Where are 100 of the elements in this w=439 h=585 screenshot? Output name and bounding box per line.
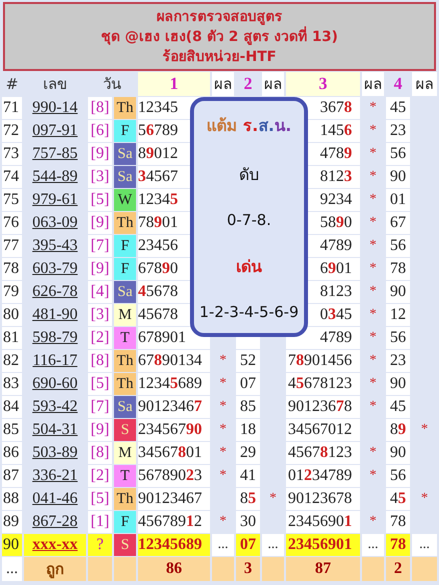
day-label: Th [114,350,136,372]
day-label: F [114,511,136,533]
result-cell: 78901 [138,214,178,231]
row-number: 71 [2,97,22,119]
result-cell: 90 [390,168,406,185]
digit-label: [8] [88,97,112,119]
title-text: ร้อยสิบหน่วย-HTF [162,48,278,67]
number-link[interactable]: 690-60 [32,375,78,392]
number-link[interactable]: 481-90 [32,306,78,323]
day-label: Sa [114,281,136,303]
result-cell: 56 [390,237,406,254]
result-cell: 90123678 [288,398,352,415]
result-cell: 56 [390,329,406,346]
number-link[interactable]: 757-85 [32,145,78,162]
row-number: 73 [2,143,22,165]
match-mark: * [370,353,376,368]
number-link[interactable]: 626-78 [32,283,78,300]
result-cell: 78901456 [288,352,352,369]
result-cell: 56 [390,145,406,162]
row-number: 72 [2,120,22,142]
digit-label: [9] [88,258,112,280]
column-header: ผล [362,72,384,96]
result-cell: 90123467 [138,490,202,507]
number-link[interactable]: 336-21 [32,467,78,484]
number-link[interactable]: 598-79 [32,329,78,346]
digit-label: [2] [88,327,112,349]
result-cell: 45 [390,99,406,116]
match-mark: ... [268,537,278,552]
match-mark: * [421,491,428,506]
result-cell: 07 [240,375,256,392]
day-label: Th [114,373,136,395]
result-cell: 678901 [138,329,186,346]
match-mark: ... [218,537,228,552]
note-text: 0-7-8. [226,211,272,230]
match-mark: * [370,146,376,161]
result-cell: 4789 [320,145,352,162]
result-cell: 67890 [138,260,178,277]
number-link[interactable]: 990-14 [32,99,78,116]
digit-label: [1] [88,511,112,533]
total-count: 2 [386,557,410,581]
number-link[interactable]: 979-61 [32,191,78,208]
row-number: 83 [2,373,22,395]
number-link[interactable]: 593-42 [32,398,78,415]
number-link[interactable]: 395-43 [32,237,78,254]
match-mark: * [270,491,276,506]
match-mark: * [370,445,376,460]
result-cell: 78 [390,536,406,553]
result-cell: 45 [390,398,406,415]
number-link[interactable]: 603-79 [32,260,78,277]
note-heading-text: น. [274,116,292,136]
result-cell: 0345 [320,306,352,323]
result-cell: 5890 [320,214,352,231]
digit-label: [4] [88,281,112,303]
result-cell: 78 [390,260,406,277]
number-link[interactable]: 063-09 [32,214,78,231]
digit-label: [5] [88,488,112,510]
day-label: S [114,419,136,441]
row-number: 87 [2,465,22,487]
result-cell: 12345689 [138,536,202,553]
match-mark: * [370,100,376,115]
result-cell: 90 [390,375,406,392]
column-header: # [4,74,20,95]
result-cell: 45 [390,490,406,507]
day-label: Th [114,212,136,234]
match-mark: * [370,330,376,345]
result-cell: 90 [390,444,406,461]
digit-label: [9] [88,419,112,441]
result-cell: 34567012 [288,421,352,438]
number-link[interactable]: 544-89 [32,168,78,185]
number-link[interactable]: 041-46 [32,490,78,507]
result-cell: 89012 [138,145,178,162]
result-cell: 89 [390,421,406,438]
match-mark: * [370,192,376,207]
number-link[interactable]: 867-28 [32,513,78,530]
result-cell: 56789023 [138,467,202,484]
row-number: 89 [2,511,22,533]
number-link[interactable]: 116-17 [32,352,78,369]
row-number: 80 [2,304,22,326]
day-label: Sa [114,396,136,418]
match-mark: * [220,399,226,414]
number-link[interactable]: 097-91 [32,122,78,139]
note-heading-text: ส. [258,116,274,136]
result-cell: 4789 [320,237,352,254]
day-label: F [114,235,136,257]
row-number: 74 [2,166,22,188]
result-cell: 85 [240,398,256,415]
result-cell: 6901 [320,260,352,277]
result-cell: 67 [390,214,406,231]
row-number: 78 [2,258,22,280]
match-mark: * [421,422,428,437]
number-link[interactable]: 503-89 [32,444,78,461]
result-cell: 23456901 [288,536,352,553]
column-header: 2 [242,73,254,95]
day-label: F [114,120,136,142]
match-mark: * [370,514,376,529]
column-header: 3 [286,72,360,96]
column-header: เลข [42,74,68,95]
day-label: M [114,442,136,464]
number-link[interactable]: 504-31 [32,421,78,438]
column-header: วัน [102,74,122,95]
